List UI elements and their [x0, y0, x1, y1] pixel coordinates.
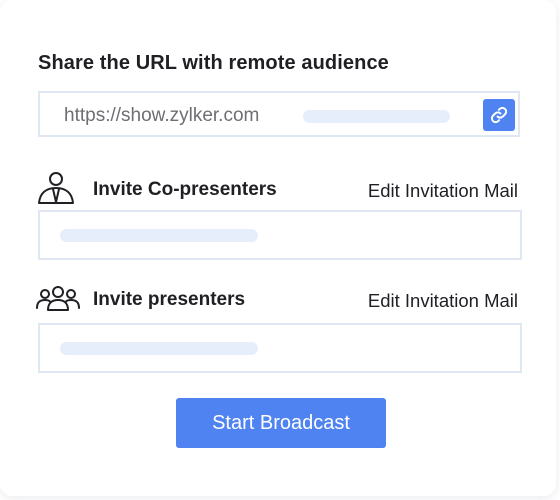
- presenters-input[interactable]: [38, 323, 522, 373]
- copy-link-button[interactable]: [483, 99, 515, 131]
- edit-co-presenters-invitation-link[interactable]: Edit Invitation Mail: [368, 180, 518, 202]
- share-url-text[interactable]: https://show.zylker.com: [64, 105, 259, 127]
- url-placeholder-bar: [303, 110, 450, 123]
- link-icon: [490, 106, 508, 124]
- share-panel: Share the URL with remote audience https…: [0, 0, 556, 496]
- invite-co-presenters-label: Invite Co-presenters: [93, 179, 277, 200]
- presenters-placeholder-bar: [60, 342, 258, 355]
- share-url-field[interactable]: https://show.zylker.com: [38, 91, 520, 137]
- edit-presenters-invitation-link[interactable]: Edit Invitation Mail: [368, 290, 518, 312]
- co-presenters-input[interactable]: [38, 210, 522, 260]
- group-icon: [36, 286, 80, 311]
- co-presenters-placeholder-bar: [60, 229, 258, 242]
- presenter-icon: [38, 172, 74, 204]
- start-broadcast-button[interactable]: Start Broadcast: [176, 398, 386, 448]
- share-heading: Share the URL with remote audience: [38, 52, 389, 74]
- invite-presenters-label: Invite presenters: [93, 289, 246, 310]
